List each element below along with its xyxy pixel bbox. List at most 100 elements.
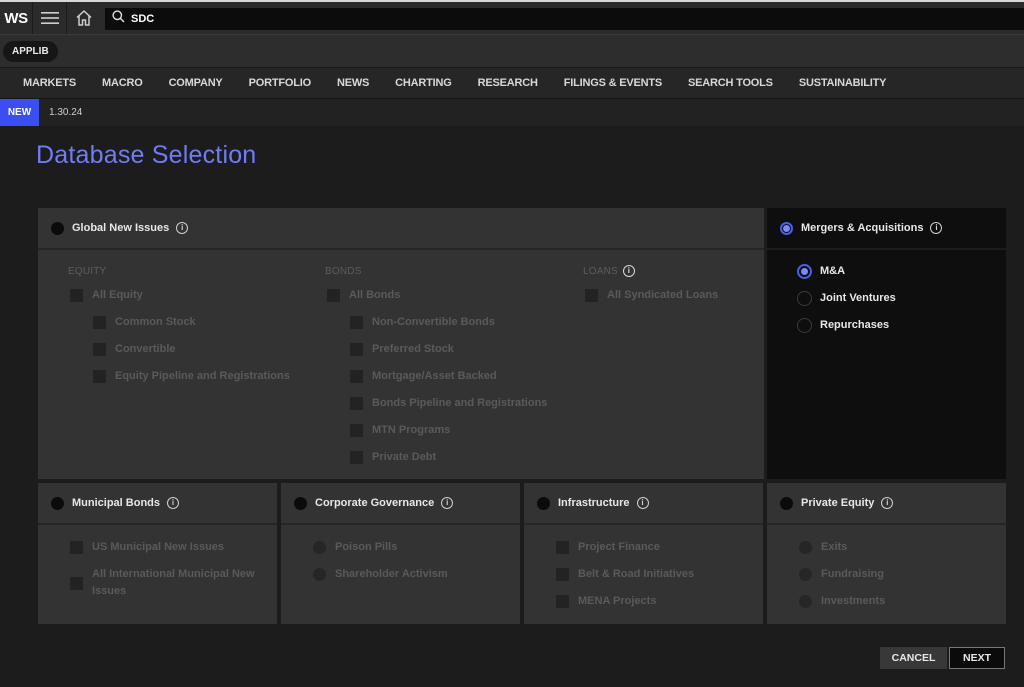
option-intl-municipal[interactable]: All International Municipal New Issues <box>70 566 265 600</box>
info-icon[interactable]: i <box>167 497 179 509</box>
search-box[interactable] <box>105 8 1024 30</box>
radio[interactable] <box>799 568 812 581</box>
info-icon[interactable]: i <box>441 497 454 509</box>
panel-title[interactable]: Private Equity <box>801 497 874 509</box>
checkbox[interactable] <box>556 595 569 608</box>
checkbox[interactable] <box>556 541 569 554</box>
option-non-convertible-bonds[interactable]: Non-Convertible Bonds <box>350 314 495 331</box>
checkbox[interactable] <box>350 451 363 464</box>
radio-selected[interactable] <box>797 264 812 279</box>
mergers-acquisitions-radio[interactable] <box>780 221 793 235</box>
checkbox[interactable] <box>93 370 106 383</box>
option-private-debt[interactable]: Private Debt <box>350 449 436 466</box>
panel-title[interactable]: Municipal Bonds <box>72 497 160 509</box>
option-poison-pills[interactable]: Poison Pills <box>313 539 397 556</box>
panel-corporate-governance: Corporate Governance i Poison Pills Shar… <box>281 483 520 624</box>
option-mena-projects[interactable]: MENA Projects <box>556 593 656 610</box>
nav-company[interactable]: COMPANY <box>169 77 223 89</box>
home-icon[interactable] <box>67 2 101 34</box>
checkbox[interactable] <box>93 316 106 329</box>
option-all-equity[interactable]: All Equity <box>70 287 143 304</box>
next-button[interactable]: NEXT <box>949 647 1005 669</box>
option-repurchases[interactable]: Repurchases <box>797 317 889 334</box>
municipal-bonds-radio[interactable] <box>51 496 64 510</box>
option-m-and-a[interactable]: M&A <box>797 263 845 280</box>
private-equity-radio[interactable] <box>780 496 793 510</box>
option-us-municipal[interactable]: US Municipal New Issues <box>70 539 224 556</box>
panel-header: Corporate Governance i <box>281 483 520 525</box>
radio[interactable] <box>799 595 812 608</box>
option-label: Mortgage/Asset Backed <box>372 370 497 382</box>
option-shareholder-activism[interactable]: Shareholder Activism <box>313 566 448 583</box>
option-belt-road[interactable]: Belt & Road Initiatives <box>556 566 694 583</box>
option-mortgage-asset-backed[interactable]: Mortgage/Asset Backed <box>350 368 497 385</box>
checkbox[interactable] <box>327 289 340 302</box>
option-preferred-stock[interactable]: Preferred Stock <box>350 341 454 358</box>
checkbox[interactable] <box>70 541 83 554</box>
option-convertible[interactable]: Convertible <box>93 341 176 358</box>
info-icon[interactable]: i <box>622 265 635 277</box>
panel-title[interactable]: Mergers & Acquisitions <box>801 222 923 234</box>
release-date[interactable]: 1.30.24 <box>49 107 82 118</box>
radio[interactable] <box>797 291 812 306</box>
new-badge[interactable]: NEW <box>0 99 39 126</box>
nav-filings-events[interactable]: FILINGS & EVENTS <box>564 77 662 89</box>
global-new-issues-radio[interactable] <box>51 221 64 235</box>
panel-header: Private Equity i <box>767 483 1006 525</box>
radio[interactable] <box>313 541 326 554</box>
checkbox[interactable] <box>585 289 598 302</box>
option-label: Poison Pills <box>335 541 398 553</box>
panel-header: Infrastructure i <box>524 483 763 525</box>
option-investments[interactable]: Investments <box>799 593 885 610</box>
nav-search-tools[interactable]: SEARCH TOOLS <box>688 77 773 89</box>
radio[interactable] <box>799 541 812 554</box>
nav-portfolio[interactable]: PORTFOLIO <box>249 77 312 89</box>
corporate-governance-radio[interactable] <box>294 496 307 510</box>
option-bonds-pipeline[interactable]: Bonds Pipeline and Registrations <box>350 395 547 412</box>
nav-charting[interactable]: CHARTING <box>395 77 452 89</box>
hamburger-menu-icon[interactable] <box>33 2 67 34</box>
option-joint-ventures[interactable]: Joint Ventures <box>797 290 896 307</box>
nav-news[interactable]: NEWS <box>337 77 369 89</box>
checkbox[interactable] <box>350 397 363 410</box>
info-icon[interactable]: i <box>636 497 649 509</box>
checkbox[interactable] <box>350 343 363 356</box>
option-project-finance[interactable]: Project Finance <box>556 539 660 556</box>
option-all-syndicated-loans[interactable]: All Syndicated Loans <box>585 287 718 304</box>
info-icon[interactable]: i <box>176 222 189 234</box>
cancel-button[interactable]: CANCEL <box>880 647 947 669</box>
option-fundraising[interactable]: Fundraising <box>799 566 884 583</box>
panel-title[interactable]: Corporate Governance <box>315 497 434 509</box>
option-all-bonds[interactable]: All Bonds <box>327 287 400 304</box>
checkbox[interactable] <box>350 424 363 437</box>
panel-global-new-issues: Global New Issues i EQUITY All Equity Co… <box>38 208 764 479</box>
option-label: Equity Pipeline and Registrations <box>115 370 290 382</box>
option-exits[interactable]: Exits <box>799 539 847 556</box>
checkbox[interactable] <box>70 576 83 590</box>
nav-macro[interactable]: MACRO <box>102 77 143 89</box>
panel-header: Mergers & Acquisitions i <box>767 208 1006 250</box>
panel-title[interactable]: Global New Issues <box>72 222 169 234</box>
search-input[interactable] <box>131 13 931 25</box>
ws-logo[interactable]: WS <box>0 2 33 34</box>
panel-title[interactable]: Infrastructure <box>558 497 630 509</box>
equity-column: EQUITY <box>68 264 106 278</box>
nav-sustainability[interactable]: SUSTAINABILITY <box>799 77 887 89</box>
checkbox[interactable] <box>350 316 363 329</box>
applib-button[interactable]: APPLIB <box>3 41 58 62</box>
radio[interactable] <box>313 568 326 581</box>
option-label: Preferred Stock <box>372 343 454 355</box>
radio[interactable] <box>797 318 812 333</box>
info-icon[interactable]: i <box>930 222 943 234</box>
option-equity-pipeline[interactable]: Equity Pipeline and Registrations <box>93 368 290 385</box>
option-mtn-programs[interactable]: MTN Programs <box>350 422 450 439</box>
info-icon[interactable]: i <box>881 497 894 509</box>
checkbox[interactable] <box>70 289 83 302</box>
nav-markets[interactable]: MARKETS <box>23 77 76 89</box>
infrastructure-radio[interactable] <box>537 496 550 510</box>
checkbox[interactable] <box>93 343 106 356</box>
option-common-stock[interactable]: Common Stock <box>93 314 196 331</box>
nav-research[interactable]: RESEARCH <box>478 77 538 89</box>
checkbox[interactable] <box>350 370 363 383</box>
checkbox[interactable] <box>556 568 569 581</box>
